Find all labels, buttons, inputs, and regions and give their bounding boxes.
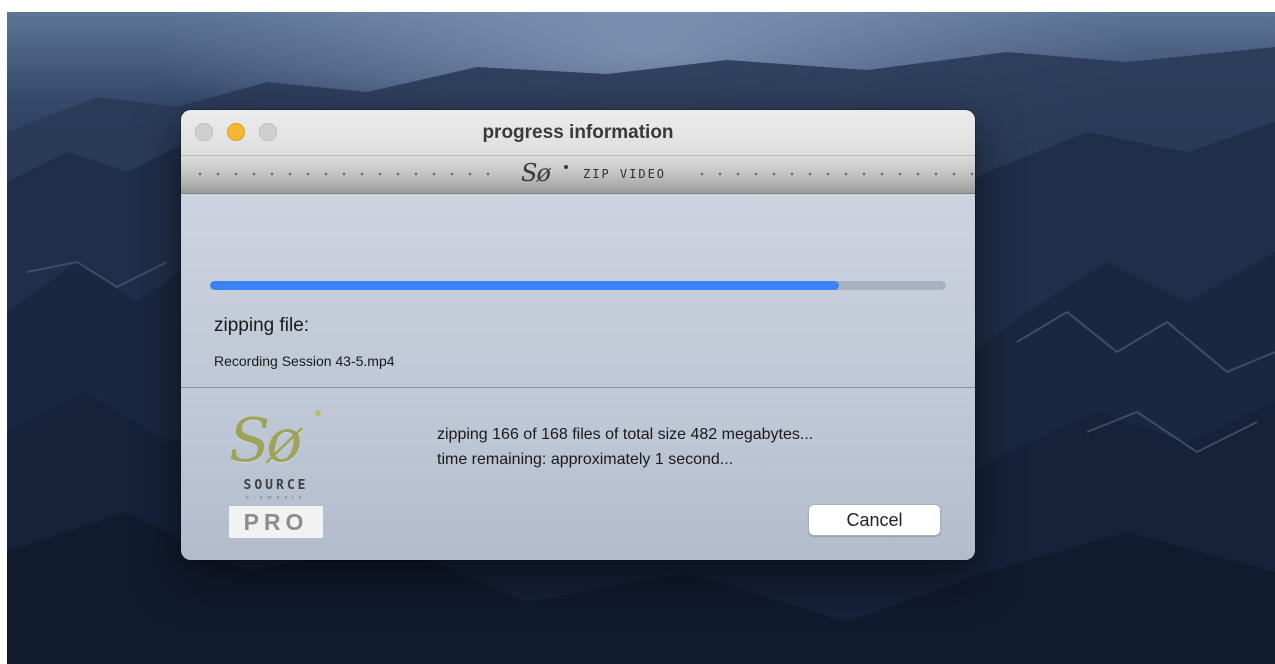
banner-logo-mark: Sø [521,159,551,187]
progress-bar [210,281,946,290]
progress-bar-fill [210,281,840,290]
logo-mark: Sø [229,406,302,476]
banner-logo-dot [564,165,568,169]
source-elements-pro-logo: Sø SOURCE elements PRO [227,406,331,542]
logo-brand: SOURCE [243,478,309,493]
progress-section: zipping file: Recording Session 43-5.mp4 [181,194,975,388]
banner-app-name: ZIP VIDEO [583,167,667,181]
progress-dialog: progress information Sø ZIP VIDEO zippin… [181,110,975,560]
details-section: Sø SOURCE elements PRO zipping 166 of 16… [181,388,975,560]
files-progress-text: zipping 166 of 168 files of total size 4… [437,426,814,443]
time-remaining-text: time remaining: approximately 1 second..… [437,451,734,468]
logo-dot [315,410,321,416]
window-title: progress information [482,122,674,143]
status-label: zipping file: [214,315,310,336]
title-bar[interactable]: progress information [181,110,975,156]
logo-subbrand: elements [245,495,307,501]
logo-edition-badge: PRO [229,506,323,538]
progress-summary: zipping 166 of 168 files of total size 4… [437,422,813,472]
banner-dots-right [693,172,973,176]
cancel-button[interactable]: Cancel [808,504,941,536]
app-banner: Sø ZIP VIDEO [181,156,975,194]
current-file-name: Recording Session 43-5.mp4 [214,353,395,369]
banner-dots-left [191,172,491,176]
